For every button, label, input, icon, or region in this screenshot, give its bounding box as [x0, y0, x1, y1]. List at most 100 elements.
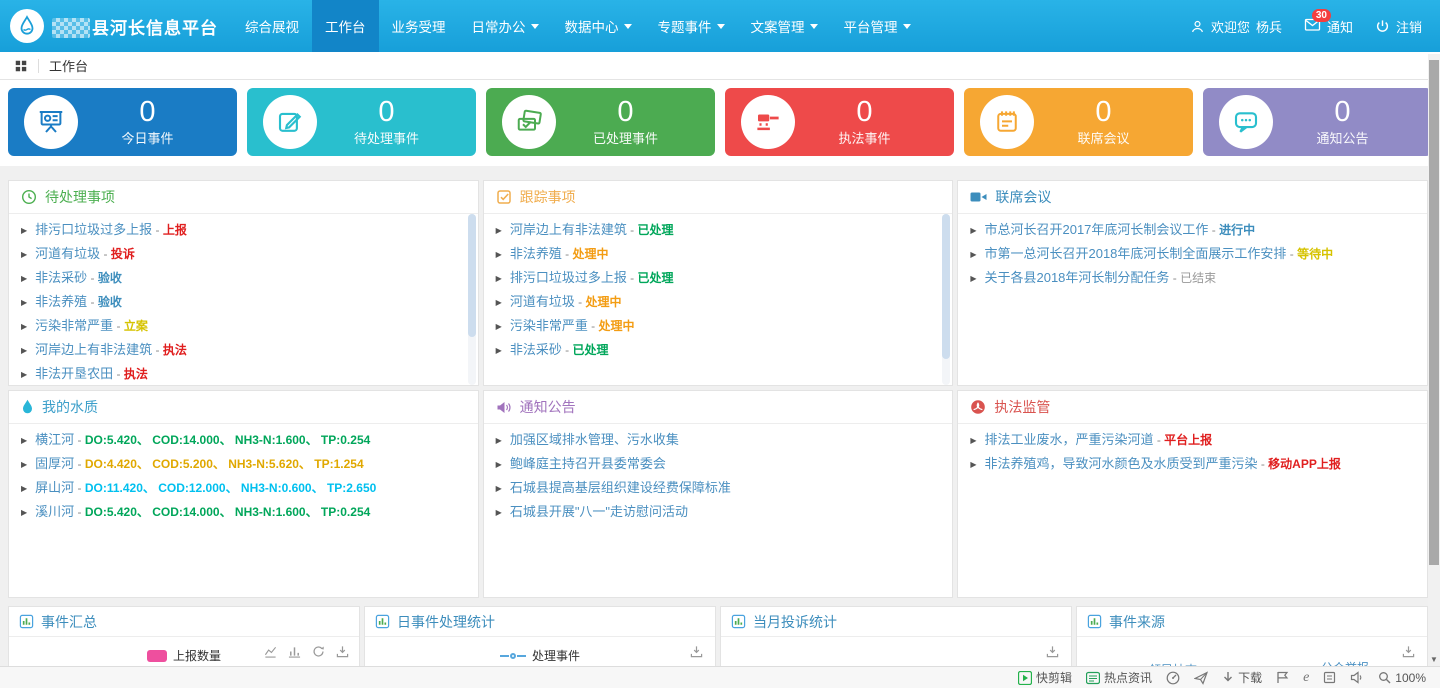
- item-text: 横江河: [35, 432, 74, 447]
- stat-card-processed-events[interactable]: 0 已处理事件: [486, 88, 715, 156]
- mute-button[interactable]: [1350, 671, 1364, 684]
- list-item[interactable]: ▶横江河 - DO:5.420、 COD:14.000、 NH3-N:1.600…: [21, 428, 464, 452]
- menu-item-data-center[interactable]: 数据中心: [552, 0, 645, 52]
- logout-button[interactable]: 注销: [1375, 17, 1422, 36]
- list-item[interactable]: ▶河道有垃圾 - 投诉: [21, 242, 464, 266]
- scrollbar-thumb[interactable]: [1429, 60, 1439, 565]
- list-item[interactable]: ▶污染非常严重 - 处理中: [496, 314, 939, 338]
- list-item[interactable]: ▶石城县提高基层组织建设经费保障标准: [496, 476, 939, 500]
- caret-right-icon: ▶: [970, 250, 976, 259]
- list-item[interactable]: ▶排污口垃圾过多上报 - 上报: [21, 218, 464, 242]
- quick-clip-button[interactable]: 快剪辑: [1018, 669, 1072, 686]
- chart-title: 当月投诉统计: [753, 612, 837, 632]
- browser-scrollbar[interactable]: ▼: [1428, 54, 1440, 666]
- stat-value: 0: [1034, 97, 1173, 127]
- item-status: DO:11.420、 COD:12.000、 NH3-N:0.600、 TP:2…: [85, 481, 376, 495]
- stat-label: 执法事件: [795, 128, 934, 147]
- download-manager-button[interactable]: 下载: [1222, 669, 1262, 686]
- menu-item-overview[interactable]: 综合展视: [232, 0, 312, 52]
- caret-right-icon: ▶: [21, 346, 27, 355]
- list-item[interactable]: ▶排污口垃圾过多上报 - 已处理: [496, 266, 939, 290]
- hot-news-button[interactable]: 热点资讯: [1086, 669, 1152, 686]
- list-item[interactable]: ▶河岸边上有非法建筑 - 已处理: [496, 218, 939, 242]
- item-status: DO:5.420、 COD:14.000、 NH3-N:1.600、 TP:0.…: [85, 505, 370, 519]
- line-chart-tool-icon[interactable]: [264, 645, 277, 658]
- menu-item-document-mgmt[interactable]: 文案管理: [738, 0, 831, 52]
- stat-card-joint-meetings[interactable]: 0 联席会议: [964, 88, 1193, 156]
- download-icon[interactable]: [336, 645, 349, 658]
- download-icon[interactable]: [1402, 645, 1415, 663]
- list-item[interactable]: ▶非法养殖 - 验收: [21, 290, 464, 314]
- stat-card-today-events[interactable]: 0 今日事件: [8, 88, 237, 156]
- stat-label: 已处理事件: [556, 128, 695, 147]
- download-icon[interactable]: [1046, 645, 1059, 663]
- bar-chart-tool-icon[interactable]: [288, 645, 301, 658]
- list-item[interactable]: ▶ 加强区域排水管理、污水收集: [496, 428, 939, 452]
- item-separator: -: [1286, 247, 1297, 261]
- speed-mode-button[interactable]: [1166, 671, 1180, 685]
- report-flag-button[interactable]: [1276, 671, 1289, 684]
- list-item[interactable]: ▶鲍峰庭主持召开县委常委会: [496, 452, 939, 476]
- user-welcome[interactable]: 欢迎您杨兵: [1190, 17, 1282, 36]
- stat-card-notices[interactable]: 0 通知公告: [1203, 88, 1432, 156]
- pin-extension-button[interactable]: [1194, 671, 1208, 685]
- download-icon[interactable]: [690, 645, 703, 663]
- panel-scrollbar[interactable]: [468, 214, 476, 385]
- page-title: 工作台: [49, 56, 88, 75]
- list-item[interactable]: ▶市总河长召开2017年底河长制会议工作 - 进行中: [970, 218, 1413, 242]
- caret-right-icon: ▶: [496, 274, 502, 283]
- item-status: 已结束: [1180, 271, 1216, 285]
- refresh-icon[interactable]: [312, 645, 325, 658]
- video-camera-icon: [970, 190, 987, 204]
- list-item[interactable]: ▶非法养殖 - 处理中: [496, 242, 939, 266]
- list-item[interactable]: ▶污染非常严重 - 立案: [21, 314, 464, 338]
- legend-processed-events[interactable]: 处理事件: [365, 647, 715, 664]
- item-separator: -: [74, 505, 85, 519]
- paper-plane-icon: [1194, 671, 1208, 685]
- scrollbar-down-arrow[interactable]: ▼: [1428, 655, 1440, 664]
- list-item[interactable]: ▶非法养殖鸡，导致河水颜色及水质受到严重污染 - 移动APP上报: [970, 452, 1413, 476]
- list-item[interactable]: ▶非法开垦农田 - 执法: [21, 362, 464, 385]
- item-text: 非法开垦农田: [35, 366, 113, 381]
- list-item[interactable]: ▶河岸边上有非法建筑 - 执法: [21, 338, 464, 362]
- item-status: 平台上报: [1164, 433, 1212, 447]
- stat-value: 0: [795, 97, 934, 127]
- panel-notices: 通知公告 ▶加强区域排水管理、污水收集▶鲍峰庭主持召开县委常委会▶石城县提高基层…: [483, 390, 954, 598]
- list-item[interactable]: ▶石城县开展"八一"走访慰问活动: [496, 500, 939, 524]
- list-item[interactable]: ▶溪川河 - DO:5.420、 COD:14.000、 NH3-N:1.600…: [21, 500, 464, 524]
- caret-right-icon: ▶: [496, 436, 502, 445]
- list-item[interactable]: ▶排法工业废水，严重污染河道 - 平台上报: [970, 428, 1413, 452]
- item-status: 等待中: [1297, 247, 1333, 261]
- list-item[interactable]: ▶屏山河 - DO:11.420、 COD:12.000、 NH3-N:0.60…: [21, 476, 464, 500]
- list-item[interactable]: ▶关于各县2018年河长制分配任务 - 已结束: [970, 266, 1413, 290]
- list-item[interactable]: ▶固厚河 - DO:4.420、 COD:5.200、 NH3-N:5.620、…: [21, 452, 464, 476]
- notification-button[interactable]: 30 通知: [1304, 17, 1353, 36]
- reader-mode-button[interactable]: [1323, 671, 1336, 684]
- menu-item-daily-office[interactable]: 日常办公: [459, 0, 552, 52]
- list-item[interactable]: ▶非法采砂 - 验收: [21, 266, 464, 290]
- caret-right-icon: ▶: [21, 508, 27, 517]
- list-item[interactable]: ▶市第一总河长召开2018年底河长制全面展示工作安排 - 等待中: [970, 242, 1413, 266]
- item-separator: -: [74, 457, 85, 471]
- menu-item-platform-mgmt[interactable]: 平台管理: [831, 0, 924, 52]
- item-status: 立案: [124, 319, 148, 333]
- menu-item-special-events[interactable]: 专题事件: [645, 0, 738, 52]
- list-item[interactable]: ▶河道有垃圾 - 处理中: [496, 290, 939, 314]
- list-item[interactable]: ▶非法采砂 - 已处理: [496, 338, 939, 362]
- stat-card-enforcement-events[interactable]: 0 执法事件: [725, 88, 954, 156]
- menu-item-workbench[interactable]: 工作台: [312, 0, 379, 52]
- panel-scrollbar[interactable]: [942, 214, 950, 385]
- breadcrumb-divider: [38, 59, 39, 73]
- ie-mode-button[interactable]: e: [1303, 670, 1309, 686]
- chat-bubble-icon: [1219, 95, 1273, 149]
- panel-title: 联席会议: [995, 187, 1051, 207]
- bar-chart-icon: [1087, 614, 1102, 629]
- zoom-control[interactable]: 100%: [1378, 671, 1426, 685]
- item-text: 加强区域排水管理、污水收集: [510, 432, 679, 447]
- grid-icon[interactable]: [14, 59, 28, 73]
- stat-card-pending-events[interactable]: 0 待处理事件: [247, 88, 476, 156]
- item-separator: -: [113, 319, 124, 333]
- menu-item-business[interactable]: 业务受理: [379, 0, 459, 52]
- caret-right-icon: ▶: [496, 460, 502, 469]
- chart-title: 事件来源: [1109, 612, 1165, 632]
